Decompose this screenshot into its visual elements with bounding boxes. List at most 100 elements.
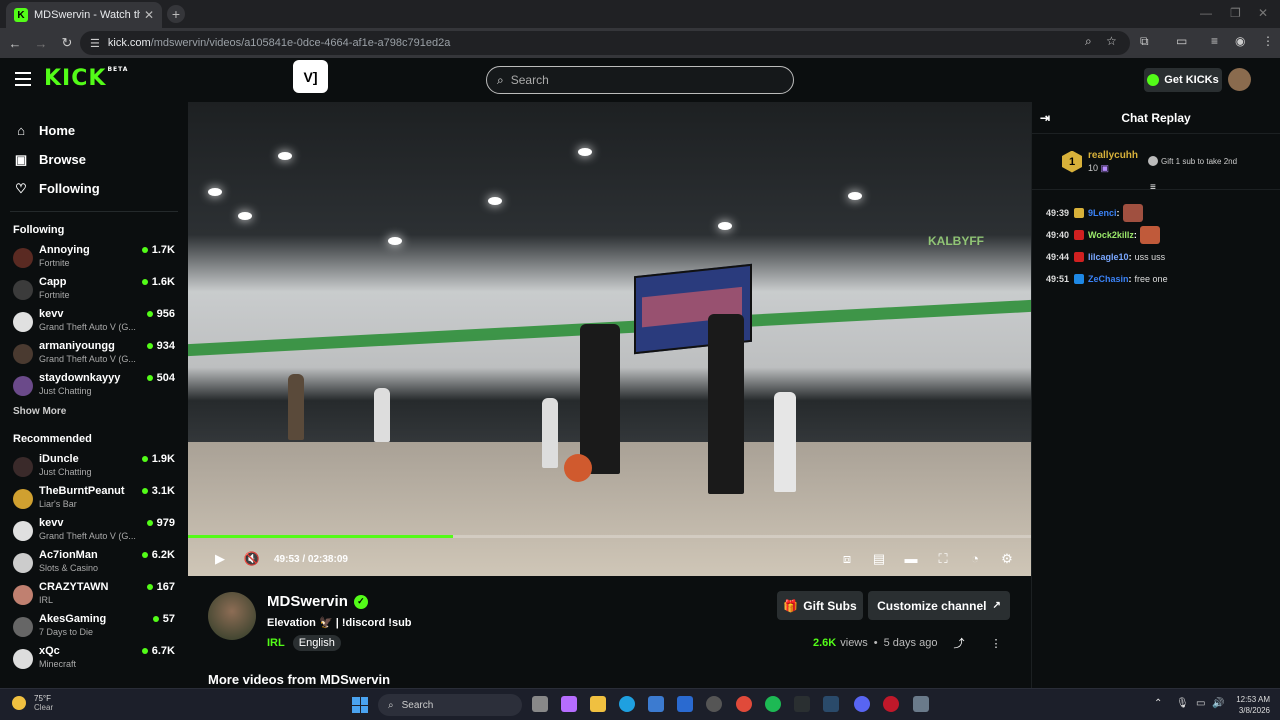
- extensions-icon[interactable]: ⧉: [1140, 34, 1149, 49]
- kick-logo[interactable]: KICKBETA: [44, 66, 128, 91]
- sidebar-channel[interactable]: xQc Minecraft 6.7K: [0, 643, 188, 675]
- colon: :: [1128, 252, 1132, 262]
- xbox-icon[interactable]: [794, 696, 810, 712]
- profile-icon[interactable]: ◉: [1235, 34, 1245, 48]
- sidebar-channel[interactable]: iDuncle Just Chatting 1.9K: [0, 451, 188, 483]
- play-icon[interactable]: ▶: [204, 551, 236, 567]
- channel-info: kevv Grand Theft Auto V (G...: [39, 306, 147, 332]
- pip-icon[interactable]: ⧈: [831, 551, 863, 567]
- language-tag[interactable]: English: [292, 635, 341, 651]
- video-player[interactable]: KALBYFF ▶ 🔇 49:53 / 02:38:09 ⧈ ▤ ▬ ⛶ ◔ ⚙: [188, 102, 1031, 576]
- windows-start-icon[interactable]: [352, 697, 368, 713]
- store-icon[interactable]: [648, 696, 664, 712]
- sidebar-channel[interactable]: Ac7ionMan Slots & Casino 6.2K: [0, 547, 188, 579]
- discord-icon[interactable]: [854, 696, 870, 712]
- edge-icon[interactable]: [619, 696, 635, 712]
- nav-home[interactable]: ⌂ Home: [13, 116, 188, 145]
- new-tab-button[interactable]: +: [167, 5, 185, 23]
- close-window-icon[interactable]: ✕: [1258, 6, 1268, 20]
- user-avatar[interactable]: [1228, 68, 1251, 91]
- message-username[interactable]: Wock2killz: [1088, 230, 1134, 240]
- channel-avatar[interactable]: [208, 592, 256, 640]
- channel-avatar: [13, 376, 33, 396]
- mail-icon[interactable]: [677, 696, 693, 712]
- forward-icon[interactable]: →: [30, 36, 52, 51]
- customize-channel-button[interactable]: Customize channel ↗: [868, 591, 1010, 620]
- copilot-icon[interactable]: [561, 696, 577, 712]
- video-progress-bar[interactable]: [188, 535, 1031, 538]
- category-link[interactable]: IRL: [267, 637, 285, 649]
- share-icon[interactable]: ⤴: [953, 635, 964, 651]
- zoom-icon[interactable]: ⌕: [1085, 34, 1092, 49]
- settings-gear-icon[interactable]: ⚙: [991, 551, 1023, 567]
- address-bar[interactable]: ☰ kick.com/mdswervin/videos/a105841e-0dc…: [80, 31, 1130, 55]
- gift-sub-prompt[interactable]: Gift 1 sub to take 2nd: [1148, 156, 1237, 166]
- mute-icon[interactable]: 🔇: [236, 551, 268, 567]
- cast-icon[interactable]: ▭: [1176, 34, 1187, 48]
- clip-icon[interactable]: ▤: [863, 551, 895, 567]
- sidebar-channel[interactable]: kevv Grand Theft Auto V (G... 956: [0, 306, 188, 338]
- expand-leaderboard-icon[interactable]: ≡: [1150, 182, 1156, 193]
- github-icon[interactable]: [706, 696, 722, 712]
- minimize-icon[interactable]: —: [1200, 6, 1212, 20]
- channel-name[interactable]: MDSwervin: [267, 593, 348, 610]
- sidebar-channel[interactable]: Capp Fortnite 1.6K: [0, 274, 188, 306]
- gift-subs-button[interactable]: 🎁 Gift Subs: [777, 591, 863, 620]
- file-explorer-icon[interactable]: [590, 696, 606, 712]
- nav-browse[interactable]: ▣ Browse: [13, 145, 188, 174]
- sidebar-channel[interactable]: armaniyoungg Grand Theft Auto V (G... 934: [0, 338, 188, 370]
- browser-tab[interactable]: K MDSwervin - Watch the VOD o ✕: [6, 2, 162, 28]
- network-icon[interactable]: ▭: [1196, 698, 1205, 709]
- tray-chevron-icon[interactable]: ⌃: [1154, 698, 1162, 709]
- restore-icon[interactable]: ❐: [1230, 6, 1241, 20]
- show-more-button[interactable]: Show More: [13, 406, 188, 417]
- viewer-number: 979: [156, 517, 175, 529]
- weather-widget[interactable]: 75°F Clear: [12, 694, 53, 712]
- site-info-icon[interactable]: ☰: [90, 37, 100, 50]
- speed-icon[interactable]: ◔: [959, 551, 991, 567]
- close-tab-icon[interactable]: ✕: [144, 8, 154, 22]
- system-clock[interactable]: 12:53 AM 3/8/2026: [1230, 694, 1270, 716]
- home-icon: ⌂: [17, 123, 25, 138]
- fullscreen-icon[interactable]: ⛶: [927, 551, 959, 567]
- sidebar-channel[interactable]: staydownkayyy Just Chatting 504: [0, 370, 188, 402]
- channel-category: Grand Theft Auto V (G...: [39, 322, 136, 332]
- get-kicks-button[interactable]: Get KICKs: [1144, 68, 1222, 92]
- nav-following[interactable]: ♡ Following: [13, 174, 188, 203]
- task-view-icon[interactable]: [532, 696, 548, 712]
- settings-icon[interactable]: [913, 696, 929, 712]
- bookmark-star-icon[interactable]: ☆: [1106, 34, 1117, 48]
- sidebar-channel[interactable]: Annoying Fortnite 1.7K: [0, 242, 188, 274]
- more-options-icon[interactable]: ⋮: [990, 637, 1001, 650]
- sidebar-channel[interactable]: CRAZYTAWN IRL 167: [0, 579, 188, 611]
- menu-kebab-icon[interactable]: ⋮: [1262, 34, 1274, 48]
- clip-tool-icon[interactable]: V]: [293, 60, 328, 93]
- sidebar-channel[interactable]: TheBurntPeanut Liar's Bar 3.1K: [0, 483, 188, 515]
- collapse-chat-icon[interactable]: ⇥: [1040, 111, 1050, 125]
- hamburger-menu-icon[interactable]: [15, 72, 31, 90]
- time-display: 49:53 / 02:38:09: [274, 554, 348, 565]
- viewer-count: 1.7K: [141, 244, 175, 256]
- chrome-icon[interactable]: [736, 696, 752, 712]
- leader-username[interactable]: reallycuhh: [1088, 150, 1138, 161]
- message-username[interactable]: 9Lenci: [1088, 208, 1117, 218]
- spotify-icon[interactable]: [765, 696, 781, 712]
- clock-time: 12:53 AM: [1236, 695, 1270, 704]
- sidebar-channel[interactable]: AkesGaming 7 Days to Die 57: [0, 611, 188, 643]
- taskbar-search[interactable]: ⌕ Search: [378, 694, 522, 716]
- message-username[interactable]: lilcagle10: [1088, 252, 1129, 262]
- opera-gx-icon[interactable]: [883, 696, 899, 712]
- volume-icon[interactable]: 🔊: [1212, 698, 1224, 709]
- back-icon[interactable]: ←: [4, 36, 26, 51]
- media-icon[interactable]: ≡: [1211, 34, 1218, 48]
- player-figure: [288, 374, 304, 440]
- reload-icon[interactable]: ↻: [56, 35, 78, 51]
- search-input[interactable]: ⌕ Search: [486, 66, 794, 94]
- channel-category: Fortnite: [39, 290, 70, 300]
- microphone-icon[interactable]: 🎙: [1176, 698, 1189, 709]
- channel-category: Slots & Casino: [39, 563, 99, 573]
- message-username[interactable]: ZeChasin: [1088, 274, 1129, 284]
- steam-icon[interactable]: [823, 696, 839, 712]
- theater-icon[interactable]: ▬: [895, 551, 927, 567]
- sidebar-channel[interactable]: kevv Grand Theft Auto V (G... 979: [0, 515, 188, 547]
